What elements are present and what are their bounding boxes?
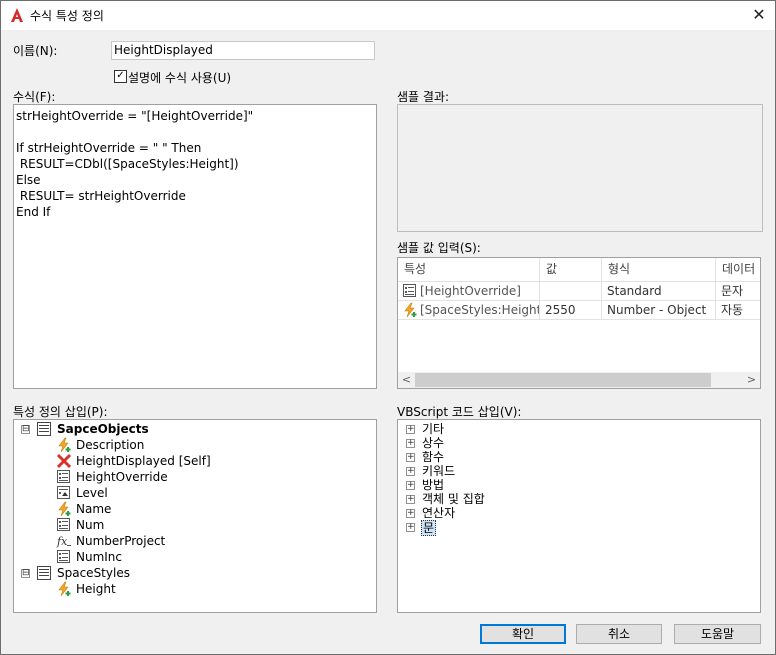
column-header-property[interactable]: 특성 xyxy=(398,258,540,281)
tree-group-label: SapceObjects xyxy=(57,422,149,436)
window-border-top xyxy=(0,0,776,1)
tree-item-label: HeightDisplayed [Self] xyxy=(76,454,211,468)
scroll-right-icon[interactable]: > xyxy=(743,372,760,388)
tree-item-label: 연산자 xyxy=(422,506,456,520)
cell-property[interactable]: [SpaceStyles:Height] xyxy=(398,301,540,320)
window-border-left xyxy=(0,0,1,655)
scrollbar-thumb[interactable] xyxy=(415,373,711,387)
collapse-icon[interactable]: ⊟ xyxy=(21,569,30,578)
use-in-description-label[interactable]: 설명에 수식 사용(U) xyxy=(128,69,231,86)
sample-input-label: 샘플 값 입력(S): xyxy=(397,241,481,255)
tree-item-label: Level xyxy=(76,486,108,500)
vbscript-tree[interactable]: + 기타 + 상수 + 함수 + 키워드 + 방법 + 객체 및 집합 + 연산… xyxy=(397,419,761,613)
tree-item-label: Height xyxy=(76,582,116,596)
formula-fx-icon: fx xyxy=(56,533,72,549)
sample-result-label: 샘플 결과: xyxy=(397,90,450,104)
cell-data: 문자 xyxy=(716,282,760,301)
sample-values-grid[interactable]: 특성 값 형식 데이터 [HeightOverride] Standard 문자… xyxy=(397,257,761,389)
property-list-icon xyxy=(56,469,72,485)
tree-item-label: HeightOverride xyxy=(76,470,168,484)
cancel-button[interactable]: 취소 xyxy=(576,624,662,644)
formula-line: RESULT=CDbl([SpaceStyles:Height]) xyxy=(16,157,239,171)
cell-property-text: [SpaceStyles:Height] xyxy=(420,303,540,317)
tree-item-label: NumInc xyxy=(76,550,123,564)
name-label-text: 이름(N): xyxy=(13,44,58,58)
vbscript-label: VBScript 코드 삽입(V): xyxy=(397,405,522,419)
expand-icon[interactable]: + xyxy=(406,481,415,490)
column-header-value[interactable]: 값 xyxy=(540,258,602,281)
tree-item-label: 문 xyxy=(421,520,437,536)
svg-text:fx: fx xyxy=(56,535,68,548)
formula-line: End If xyxy=(16,205,51,219)
formula-label: 수식(F): xyxy=(13,90,56,104)
expand-icon[interactable]: + xyxy=(406,495,415,504)
property-list-level-icon xyxy=(56,485,72,501)
cell-value[interactable] xyxy=(540,282,602,301)
formula-line: strHeightOverride = "[HeightOverride]" xyxy=(16,109,254,123)
automatic-property-icon xyxy=(402,302,418,319)
formula-line: If strHeightOverride = " " Then xyxy=(16,141,202,155)
expand-icon[interactable]: + xyxy=(406,439,415,448)
formula-editor[interactable]: strHeightOverride = "[HeightOverride]" I… xyxy=(13,104,377,389)
cell-property-text: [HeightOverride] xyxy=(420,284,521,298)
cell-format[interactable]: Number - Object xyxy=(602,301,716,320)
close-icon[interactable]: ✕ xyxy=(749,5,769,25)
grid-header: 특성 값 형식 데이터 xyxy=(398,258,760,282)
expand-icon[interactable]: + xyxy=(406,467,415,476)
automatic-property-icon xyxy=(56,581,72,597)
column-header-format[interactable]: 형식 xyxy=(602,258,716,281)
property-set-icon xyxy=(36,421,52,437)
column-header-data[interactable]: 데이터 xyxy=(716,258,760,281)
help-button[interactable]: 도움말 xyxy=(674,624,761,644)
name-label: 이름(N): xyxy=(13,42,57,59)
insert-property-label: 특성 정의 삽입(P): xyxy=(13,405,108,419)
property-list-icon xyxy=(56,517,72,533)
table-row[interactable]: [SpaceStyles:Height] 2550 Number - Objec… xyxy=(398,301,760,320)
cell-format[interactable]: Standard xyxy=(602,282,716,301)
title-bar xyxy=(0,0,776,30)
collapse-icon[interactable]: ⊟ xyxy=(21,425,30,434)
tree-item-label: Description xyxy=(76,438,145,452)
autocad-app-icon xyxy=(9,7,25,23)
cell-data: 자동 xyxy=(716,301,760,320)
formula-line: Else xyxy=(16,173,41,187)
property-list-icon xyxy=(402,283,418,300)
property-definition-tree[interactable]: ⊟ SapceObjects Description HeightDisplay… xyxy=(13,419,377,613)
automatic-property-icon xyxy=(56,501,72,517)
property-set-icon xyxy=(36,565,52,581)
cell-value[interactable]: 2550 xyxy=(540,301,602,320)
expand-icon[interactable]: + xyxy=(406,509,415,518)
table-row[interactable]: [HeightOverride] Standard 문자 xyxy=(398,282,760,301)
cell-property[interactable]: [HeightOverride] xyxy=(398,282,540,301)
name-input[interactable]: HeightDisplayed xyxy=(111,41,375,60)
tree-item-label: Num xyxy=(76,518,105,532)
formula-line: RESULT= strHeightOverride xyxy=(16,189,186,203)
ok-button[interactable]: 확인 xyxy=(480,624,566,644)
expand-icon[interactable]: + xyxy=(406,523,415,532)
sample-result-box xyxy=(397,104,763,232)
tree-item-label: Name xyxy=(76,502,112,516)
automatic-property-icon xyxy=(56,437,72,453)
use-in-description-checkbox[interactable]: ✓ xyxy=(114,70,127,83)
property-list-icon xyxy=(56,549,72,565)
tree-item-label: NumberProject xyxy=(76,534,166,548)
window-title: 수식 특성 정의 xyxy=(30,9,104,23)
horizontal-scrollbar[interactable]: < > xyxy=(398,372,760,388)
expand-icon[interactable]: + xyxy=(406,453,415,462)
scroll-left-icon[interactable]: < xyxy=(398,372,415,388)
expand-icon[interactable]: + xyxy=(406,425,415,434)
error-x-icon xyxy=(56,453,72,469)
formula-line xyxy=(16,124,374,140)
tree-group-label: SpaceStyles xyxy=(57,566,130,580)
